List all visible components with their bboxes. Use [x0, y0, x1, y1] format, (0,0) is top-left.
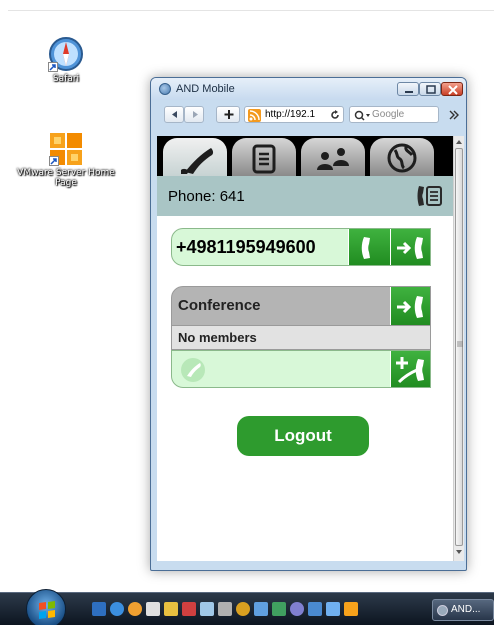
minimize-button[interactable] [397, 82, 419, 96]
shortcut-arrow-icon [49, 156, 59, 166]
globe-icon [387, 143, 417, 173]
grip-icon [457, 341, 463, 347]
title-bar[interactable]: AND Mobile [151, 78, 466, 100]
terminal-icon[interactable] [218, 602, 232, 616]
safari-icon [48, 36, 84, 72]
scroll-up-icon[interactable] [456, 140, 462, 144]
close-icon [442, 83, 462, 95]
search-field[interactable]: Google [349, 106, 439, 123]
back-button[interactable] [164, 106, 184, 123]
vertical-scrollbar[interactable] [453, 136, 464, 561]
close-button[interactable] [441, 82, 463, 96]
app-tab-bar [157, 136, 453, 176]
reload-icon[interactable] [330, 110, 340, 120]
start-button[interactable] [26, 589, 66, 625]
phonebook-button[interactable] [415, 182, 445, 210]
network-icon[interactable] [200, 602, 214, 616]
tab-phone[interactable] [163, 138, 227, 176]
browser-window: AND Mobile http://192.1 Google Phone: 64… [150, 77, 467, 571]
desktop-border [8, 10, 494, 11]
url-text: http://192.1 [265, 109, 316, 120]
new-tab-button[interactable] [216, 106, 240, 123]
call-button[interactable] [348, 229, 390, 265]
tab-notes[interactable] [232, 138, 296, 176]
tab-contacts[interactable] [301, 138, 365, 176]
scroll-thumb[interactable] [455, 148, 463, 546]
vmware-taskbar-icon[interactable] [344, 602, 358, 616]
mail-icon[interactable] [254, 602, 268, 616]
maximize-icon [420, 83, 440, 95]
address-bar[interactable]: http://192.1 [244, 106, 344, 123]
phonebook-icon [417, 186, 442, 206]
add-call-icon [396, 357, 424, 384]
dial-number-input[interactable]: +4981195949600 [176, 237, 344, 258]
logout-button[interactable]: Logout [237, 416, 369, 456]
taskbar-item-and-mobile[interactable]: AND... [432, 599, 494, 621]
taskbar-item-label: AND... [451, 604, 481, 615]
window-title: AND Mobile [176, 83, 235, 95]
browser-toolbar: http://192.1 Google [156, 103, 461, 125]
conference-number-input[interactable] [171, 350, 431, 388]
forward-arrow-icon [193, 111, 198, 118]
outlook-icon[interactable] [146, 602, 160, 616]
desktop-icon-label: VMware Server Home Page [17, 168, 115, 188]
excel-icon[interactable] [272, 602, 286, 616]
conference-members-text: No members [178, 330, 257, 345]
handset-icon [361, 237, 370, 259]
tab-globe[interactable] [370, 138, 434, 176]
back-arrow-icon [172, 111, 177, 118]
dial-row: +4981195949600 [171, 228, 431, 266]
chat-icon[interactable] [290, 602, 304, 616]
more-chevron-icon[interactable] [448, 109, 460, 121]
taskbar: AND... [0, 589, 494, 625]
handset-watermark-icon [181, 358, 205, 382]
conference-header: Conference [171, 286, 431, 326]
notes-icon [252, 144, 276, 174]
conference-transfer-button[interactable] [390, 287, 430, 325]
phone-extension-label: Phone: 641 [168, 188, 245, 205]
settings-icon[interactable] [236, 602, 250, 616]
desktop-icon-label: Safari [52, 74, 80, 84]
vmware-icon [49, 132, 83, 166]
desktop-icon-vmware[interactable]: VMware Server Home Page [16, 132, 116, 188]
vista-icon[interactable] [326, 602, 340, 616]
windows-logo-icon [39, 601, 55, 619]
transfer-button[interactable] [390, 229, 430, 265]
minimize-icon [398, 83, 418, 95]
transfer-call-icon [397, 237, 423, 259]
transfer-call-icon [397, 296, 423, 318]
rss-icon [248, 109, 261, 122]
phone-header: Phone: 641 [157, 176, 453, 216]
conference-members: No members [171, 326, 431, 350]
add-to-conference-button[interactable] [390, 351, 430, 387]
maximize-button[interactable] [419, 82, 441, 96]
plus-icon [224, 110, 234, 119]
forward-button[interactable] [184, 106, 204, 123]
search-icon [354, 110, 370, 121]
contacts-icon [317, 148, 349, 170]
search-placeholder: Google [372, 109, 405, 120]
shortcut-arrow-icon [48, 62, 58, 72]
show-desktop-icon[interactable] [92, 602, 106, 616]
explorer-icon[interactable] [164, 602, 178, 616]
desktop: Safari VMware Server Home Page AND Mobil… [0, 0, 494, 625]
tool-icon[interactable] [308, 602, 322, 616]
phone-icon [181, 148, 214, 174]
app-icon [159, 83, 171, 95]
conference-title: Conference [178, 297, 261, 314]
page-content: Phone: 641 +4981195949600 Conference No … [157, 136, 453, 561]
scroll-down-icon[interactable] [456, 550, 462, 554]
app-icon [437, 605, 448, 616]
conference-panel: Conference No members [171, 286, 431, 398]
desktop-icon-safari[interactable]: Safari [16, 36, 116, 84]
media-icon[interactable] [182, 602, 196, 616]
firefox-icon[interactable] [128, 602, 142, 616]
ie-icon[interactable] [110, 602, 124, 616]
